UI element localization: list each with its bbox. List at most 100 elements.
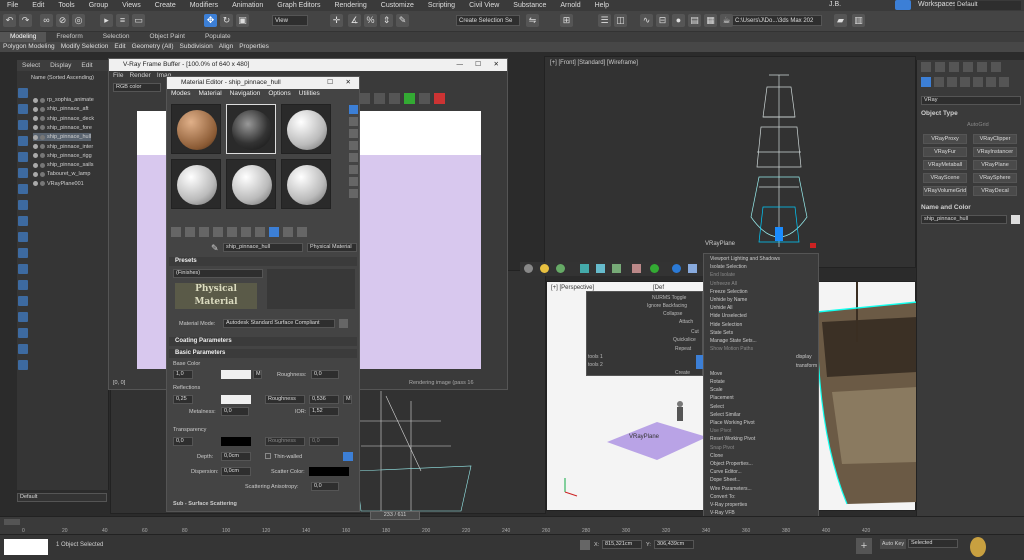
roughness-field[interactable]: 0,0 (311, 370, 339, 379)
scene-item[interactable]: ship_pinnace_inter (33, 143, 93, 151)
context-menu-item[interactable]: Unhide by Name (710, 297, 747, 304)
menu-arnold[interactable]: Arnold (553, 2, 587, 9)
render-frame-icon[interactable]: ▦ (704, 14, 717, 27)
modify-tab-icon[interactable] (935, 62, 945, 72)
freeze-icon[interactable] (40, 106, 45, 112)
filter-icon[interactable] (18, 88, 28, 98)
lock-selection-icon[interactable] (580, 540, 590, 550)
create-vrayplane-button[interactable]: VRayPlane (973, 160, 1017, 170)
layout-icon[interactable]: ▥ (852, 14, 865, 27)
material-icon[interactable] (556, 264, 565, 273)
filter-icon[interactable] (18, 248, 28, 258)
ribbon-tab-object-paint[interactable]: Object Paint (140, 32, 195, 42)
material-name-field[interactable]: ship_pinnace_hull (223, 243, 303, 252)
mat-menu-navigation[interactable]: Navigation (230, 90, 261, 99)
visibility-icon[interactable] (33, 153, 38, 159)
context-menu-item[interactable]: Rotate (710, 379, 725, 386)
globe-icon[interactable] (672, 264, 681, 273)
filter-icon[interactable] (18, 216, 28, 226)
display-tab-icon[interactable] (977, 62, 987, 72)
x-coord-field[interactable]: 815,321cm (602, 540, 642, 549)
freeze-icon[interactable] (40, 162, 45, 168)
filter-icon[interactable] (18, 296, 28, 306)
rect-selection-icon[interactable]: ▭ (132, 14, 145, 27)
object-name-field[interactable]: ship_pinnace_hull (921, 215, 1007, 224)
context-menu-item[interactable]: Use Pivot (710, 428, 731, 435)
dispersion-field[interactable]: 0,0cm (221, 467, 251, 476)
visibility-icon[interactable] (33, 125, 38, 131)
context-menu-item[interactable]: Placement (710, 395, 734, 402)
material-slot-1[interactable] (171, 104, 221, 154)
scene-item[interactable]: rp_sophia_animate (33, 96, 94, 104)
mat-menu-material[interactable]: Material (199, 90, 222, 99)
material-slot-4[interactable] (171, 159, 221, 209)
material-type-button[interactable]: Physical Material (307, 243, 357, 252)
geometry-icon[interactable] (921, 77, 931, 87)
hierarchy-tab-icon[interactable] (949, 62, 959, 72)
mat-options-icon[interactable] (349, 177, 358, 186)
trans-color-swatch[interactable] (221, 437, 251, 446)
video-color-icon[interactable] (349, 153, 358, 162)
freeze-icon[interactable] (40, 181, 45, 187)
scene-item[interactable]: ship_pinnace_hull (33, 133, 92, 142)
material-slot-3[interactable] (281, 104, 331, 154)
timeline-toggle-icon[interactable] (4, 519, 20, 525)
create-tab-icon[interactable] (921, 62, 931, 72)
context-menu-item[interactable]: Scale (710, 387, 723, 394)
menu-substance[interactable]: Substance (506, 2, 553, 9)
front-viewport[interactable]: [+] [Front] [Standard] [Wireframe] VRayP… (544, 56, 916, 268)
scene-item[interactable]: Tabouret_w_lamp (33, 170, 90, 178)
menu-help[interactable]: Help (588, 2, 616, 9)
create-vraydecal-button[interactable]: VRayDecal (973, 186, 1017, 196)
percent-snap-icon[interactable]: % (364, 14, 377, 27)
quad-item[interactable]: Quickslice (673, 337, 696, 344)
go-to-parent-icon[interactable] (297, 227, 307, 237)
base-weight-field[interactable]: 1,0 (173, 370, 193, 379)
freeze-icon[interactable] (40, 153, 45, 159)
auto-key-button[interactable]: Auto Key (880, 539, 906, 549)
workspace-dropdown[interactable]: Default (955, 1, 1021, 10)
mat-menu-options[interactable]: Options (268, 90, 290, 99)
angle-snap-icon[interactable]: ∡ (348, 14, 361, 27)
context-menu-item[interactable]: Select Similar (710, 412, 741, 419)
filter-icon[interactable] (18, 280, 28, 290)
visibility-icon[interactable] (33, 106, 38, 112)
trans-weight-field[interactable]: 0,0 (173, 437, 193, 446)
scene-explorer-icon[interactable]: ☰ (598, 14, 611, 27)
shapes-icon[interactable] (934, 77, 944, 87)
layer-explorer-icon[interactable]: ◫ (614, 14, 627, 27)
visibility-icon[interactable] (33, 144, 38, 149)
y-coord-field[interactable]: 306,439cm (654, 540, 694, 549)
filter-icon[interactable] (18, 104, 28, 114)
light-icon[interactable] (540, 264, 549, 273)
vfb-menu-file[interactable]: File (113, 72, 123, 81)
context-menu-item[interactable]: V-Ray properties (710, 502, 747, 509)
ribbon-tab-selection[interactable]: Selection (93, 32, 140, 42)
refl-weight-field[interactable]: 0,25 (173, 395, 193, 404)
base-color-swatch[interactable] (221, 370, 251, 379)
ribbon-sub-6[interactable]: Properties (236, 42, 272, 52)
key-filter-dropdown[interactable]: Selected (908, 539, 958, 548)
maximize-icon[interactable]: ☐ (475, 59, 481, 71)
ribbon-tab-freeform[interactable]: Freeform (46, 32, 92, 42)
create-vrayfur-button[interactable]: VRayFur (923, 147, 967, 157)
put-to-scene-icon[interactable] (185, 227, 195, 237)
lights-icon[interactable] (947, 77, 957, 87)
assign-material-icon[interactable] (199, 227, 209, 237)
select-icon[interactable]: ▸ (100, 14, 113, 27)
shading-icon[interactable] (524, 264, 533, 273)
visibility-icon[interactable] (33, 134, 38, 140)
material-slot-2[interactable] (226, 104, 276, 154)
eyedropper-icon[interactable]: ✎ (211, 243, 219, 254)
filter-icon[interactable] (18, 312, 28, 322)
sample-type-icon[interactable] (349, 105, 358, 114)
backlight-icon[interactable] (349, 117, 358, 126)
vfb-render-icon[interactable] (434, 93, 445, 104)
refl-roughness-field[interactable]: 0,536 (309, 395, 339, 404)
context-menu-item[interactable]: Hide Unselected (710, 313, 747, 320)
spinner-snap-icon[interactable]: ⇕ (380, 14, 393, 27)
autogrid-checkbox[interactable]: AutoGrid (967, 122, 989, 128)
ribbon-sub-5[interactable]: Align (216, 42, 236, 52)
undo-icon[interactable]: ↶ (3, 14, 16, 27)
object-type-header[interactable]: Object Type (921, 110, 958, 117)
